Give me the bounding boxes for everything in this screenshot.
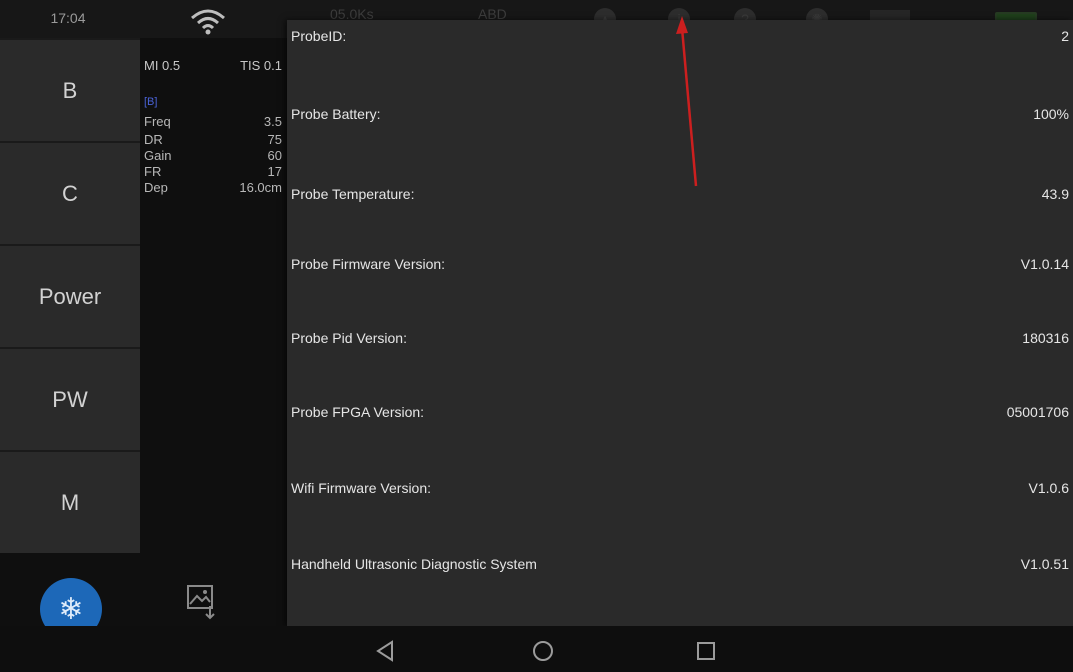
mode-m-button[interactable]: M <box>0 450 140 553</box>
param-row: Freq 3.5 <box>144 114 282 129</box>
info-label: Probe Pid Version: <box>291 330 407 346</box>
mode-power-button[interactable]: Power <box>0 244 140 347</box>
mode-pw-button[interactable]: PW <box>0 347 140 450</box>
info-row: Probe Temperature: 43.9 <box>287 186 1073 264</box>
info-row: ProbeID: 2 <box>287 28 1073 106</box>
signal-indicator <box>870 10 910 20</box>
info-row: Probe Firmware Version: V1.0.14 <box>287 256 1073 334</box>
probe-info-dialog: ProbeID: 2 Probe Battery: 100% Probe Tem… <box>287 20 1073 626</box>
mode-c-button[interactable]: C <box>0 141 140 244</box>
param-value: 17 <box>267 164 282 179</box>
info-value: 180316 <box>1022 330 1069 346</box>
param-name: Dep <box>144 180 168 195</box>
info-label: Wifi Firmware Version: <box>291 480 432 496</box>
info-value: 2 <box>1061 28 1069 44</box>
info-value: V1.0.6 <box>1028 480 1069 496</box>
info-row: Handheld Ultrasonic Diagnostic System V1… <box>287 556 1073 634</box>
mode-tag: [B] <box>144 96 158 108</box>
clock: 17:04 <box>50 10 86 26</box>
info-value: 100% <box>1033 106 1069 122</box>
recent-square-icon[interactable] <box>693 638 719 664</box>
mi-value: MI 0.5 <box>144 58 181 73</box>
info-row: Wifi Firmware Version: V1.0.6 <box>287 480 1073 558</box>
info-label: Probe FPGA Version: <box>291 404 425 420</box>
info-value: V1.0.51 <box>1020 556 1069 572</box>
imaging-params-panel: MI 0.5 TIS 0.1 [B] Freq 3.5 DR 75 Gain 6… <box>140 38 288 248</box>
param-value: 60 <box>267 148 282 163</box>
info-value: 05001706 <box>1006 404 1069 420</box>
info-value: V1.0.14 <box>1020 256 1069 272</box>
info-row: Probe Pid Version: 180316 <box>287 330 1073 408</box>
param-row: Dep 16.0cm <box>144 180 282 195</box>
param-value: 3.5 <box>263 114 282 129</box>
info-label: Handheld Ultrasonic Diagnostic System <box>291 556 537 572</box>
info-label: Probe Temperature: <box>291 186 415 202</box>
snowflake-icon: ❄ <box>58 592 84 626</box>
navigation-bar <box>0 626 1073 672</box>
param-value: 16.0cm <box>239 180 282 195</box>
home-circle-icon[interactable] <box>530 638 556 664</box>
info-label: Probe Firmware Version: <box>291 256 446 272</box>
param-row: FR 17 <box>144 164 282 179</box>
info-label: Probe Battery: <box>291 106 381 122</box>
info-value: 43.9 <box>1041 186 1069 202</box>
mi-tis-row: MI 0.5 TIS 0.1 <box>144 58 282 73</box>
mode-b-button[interactable]: B <box>0 38 140 141</box>
param-row: DR 75 <box>144 132 282 147</box>
info-label: ProbeID: <box>291 28 347 44</box>
mode-column: B C Power PW M <box>0 38 140 554</box>
param-name: FR <box>144 164 162 179</box>
wifi-icon <box>191 9 225 35</box>
param-name: Gain <box>144 148 172 163</box>
tis-value: TIS 0.1 <box>240 58 282 73</box>
param-row: Gain 60 <box>144 148 282 163</box>
param-value: 75 <box>267 132 282 147</box>
param-name: Freq <box>144 114 171 129</box>
image-save-icon[interactable] <box>186 584 218 620</box>
back-triangle-icon[interactable] <box>372 638 398 664</box>
info-row: Probe Battery: 100% <box>287 106 1073 184</box>
info-row: Probe FPGA Version: 05001706 <box>287 404 1073 482</box>
param-name: DR <box>144 132 163 147</box>
